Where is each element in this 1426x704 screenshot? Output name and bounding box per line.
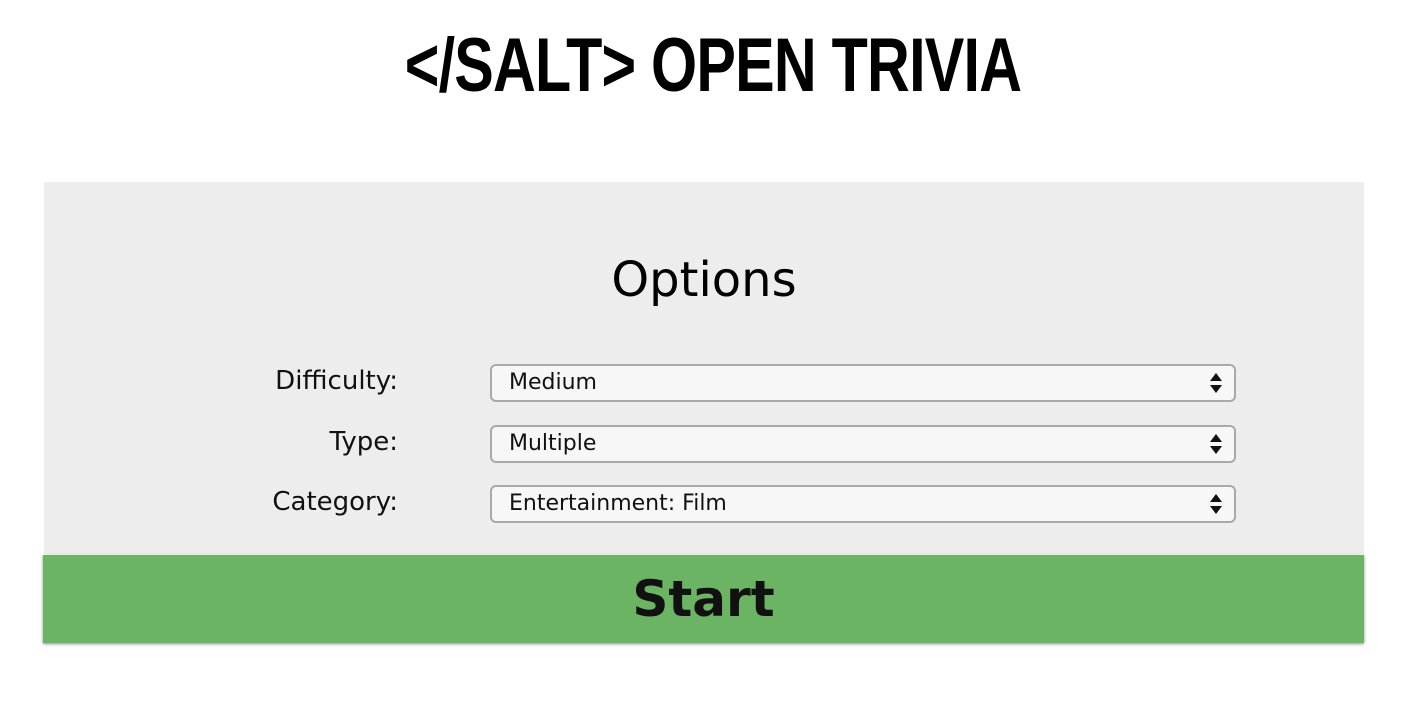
- category-select[interactable]: Entertainment: Film: [490, 485, 1236, 523]
- difficulty-select-value: Medium: [509, 370, 597, 395]
- category-select-value: Entertainment: Film: [509, 491, 727, 516]
- difficulty-row: Difficulty: Medium: [44, 364, 1364, 402]
- type-label: Type:: [329, 427, 398, 457]
- difficulty-select[interactable]: Medium: [490, 364, 1236, 402]
- options-panel: Options Difficulty: Medium Type: Multipl…: [44, 182, 1364, 554]
- updown-arrows-icon: [1210, 371, 1222, 395]
- difficulty-label: Difficulty:: [275, 366, 398, 396]
- type-select-value: Multiple: [509, 431, 597, 456]
- updown-arrows-icon: [1210, 492, 1222, 516]
- type-select[interactable]: Multiple: [490, 425, 1236, 463]
- trivia-page: </SALT> OPEN TRIVIA Options Difficulty: …: [0, 0, 1426, 704]
- type-row: Type: Multiple: [44, 425, 1364, 463]
- start-button[interactable]: Start: [43, 555, 1364, 643]
- category-row: Category: Entertainment: Film: [44, 485, 1364, 523]
- options-heading: Options: [611, 252, 797, 308]
- start-button-label: Start: [632, 570, 775, 628]
- app-title: </SALT> OPEN TRIVIA: [404, 23, 1022, 108]
- updown-arrows-icon: [1210, 432, 1222, 456]
- category-label: Category:: [272, 487, 398, 517]
